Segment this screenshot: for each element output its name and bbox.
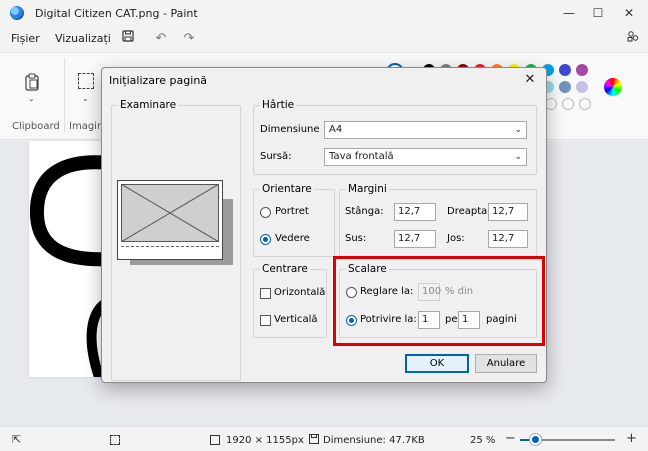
orientation-group: Orientare Portret Vedere xyxy=(253,183,335,257)
maximize-button[interactable]: ☐ xyxy=(583,3,613,23)
horizontal-label: Orizontală xyxy=(274,287,326,298)
ribbon-group-clipboard: Clipboard xyxy=(12,121,60,132)
undo-icon[interactable]: ↶ xyxy=(152,30,170,48)
portrait-radio[interactable] xyxy=(260,207,271,218)
paper-size-select[interactable]: A4 ⌄ xyxy=(324,121,527,139)
paper-group-label: Hârtie xyxy=(260,99,297,112)
margins-group-label: Margini xyxy=(346,183,389,196)
selection-size-icon xyxy=(110,435,120,445)
preview-group-label: Examinare xyxy=(118,99,179,112)
orientation-group-label: Orientare xyxy=(260,183,314,196)
paste-icon[interactable] xyxy=(24,73,40,94)
margin-left-label: Stânga: xyxy=(345,206,384,217)
save-icon[interactable] xyxy=(119,30,137,48)
margin-right-label: Dreapta: xyxy=(447,206,491,217)
centering-group-label: Centrare xyxy=(260,263,310,276)
dialog-close-icon[interactable]: ✕ xyxy=(520,71,540,89)
vertical-checkbox[interactable] xyxy=(260,315,271,326)
color-swatch[interactable] xyxy=(576,81,588,93)
margin-right-input[interactable]: 12,7 xyxy=(488,203,528,221)
paper-group: Hârtie Dimensiune A4 ⌄ Sursă: Tava front… xyxy=(253,99,537,175)
scaling-highlight-frame xyxy=(333,256,545,346)
chevron-down-icon: ⌄ xyxy=(514,125,522,135)
ribbon-separator xyxy=(64,58,65,132)
paper-source-select[interactable]: Tava frontală ⌄ xyxy=(324,148,527,166)
margin-top-input[interactable]: 12,7 xyxy=(394,230,436,248)
vertical-label: Verticală xyxy=(274,314,318,325)
cursor-position-icon: ⇱ xyxy=(12,433,22,446)
margins-group: Margini Stânga: 12,7 Dreapta: 12,7 Sus: … xyxy=(339,183,537,257)
select-chevron-icon[interactable]: ⌄ xyxy=(82,94,89,103)
redo-icon[interactable]: ↷ xyxy=(180,30,198,48)
window-title: Digital Citizen CAT.png - Paint xyxy=(35,7,198,20)
empty-swatch[interactable] xyxy=(562,98,574,110)
status-bar: ⇱ 1920 × 1155px Dimensiune: 47.7KB 25 % … xyxy=(0,426,648,451)
menu-bar: Fișier Vizualizați ↶ ↷ xyxy=(0,26,648,52)
ok-button[interactable]: OK xyxy=(405,354,469,373)
dialog-title: Inițializare pagină xyxy=(109,74,208,87)
paper-source-value: Tava frontală xyxy=(329,151,394,162)
title-bar: Digital Citizen CAT.png - Paint — ☐ ✕ xyxy=(0,0,648,26)
chevron-down-icon: ⌄ xyxy=(514,152,522,162)
disk-icon xyxy=(309,434,319,447)
portrait-label: Portret xyxy=(275,206,309,217)
close-window-button[interactable]: ✕ xyxy=(614,3,644,23)
color-swatch[interactable] xyxy=(559,81,571,93)
zoom-level: 25 % xyxy=(470,435,496,446)
margin-bottom-label: Jos: xyxy=(447,233,465,244)
centering-group: Centrare Orizontală Verticală xyxy=(253,263,327,338)
empty-swatch[interactable] xyxy=(579,98,591,110)
color-swatch[interactable] xyxy=(576,64,588,76)
paper-size-label: Dimensiune xyxy=(260,124,320,135)
menu-view[interactable]: Vizualizați xyxy=(55,32,111,45)
paper-source-label: Sursă: xyxy=(260,151,292,162)
canvas-size-icon xyxy=(210,435,220,445)
share-icon[interactable] xyxy=(624,30,642,48)
zoom-out-icon[interactable]: − xyxy=(505,431,516,446)
drawing-canvas[interactable] xyxy=(29,141,109,377)
select-icon[interactable] xyxy=(78,73,94,89)
file-size: Dimensiune: 47.7KB xyxy=(323,435,425,446)
zoom-slider-thumb[interactable] xyxy=(529,434,541,445)
margin-left-input[interactable]: 12,7 xyxy=(394,203,436,221)
landscape-label: Vedere xyxy=(275,233,310,244)
page-preview xyxy=(117,180,223,260)
canvas-size: 1920 × 1155px xyxy=(226,435,304,446)
preview-group: Examinare xyxy=(111,99,241,381)
zoom-in-icon[interactable]: + xyxy=(626,431,637,446)
minimize-button[interactable]: — xyxy=(554,3,584,23)
margin-bottom-input[interactable]: 12,7 xyxy=(488,230,528,248)
paint-app-icon xyxy=(10,6,24,20)
color-swatch[interactable] xyxy=(559,64,571,76)
edit-colors-icon[interactable] xyxy=(604,78,622,96)
margin-top-label: Sus: xyxy=(345,233,367,244)
cancel-button[interactable]: Anulare xyxy=(475,354,537,373)
horizontal-checkbox[interactable] xyxy=(260,288,271,299)
landscape-radio[interactable] xyxy=(260,234,271,245)
paste-chevron-icon[interactable]: ⌄ xyxy=(28,94,35,103)
paper-size-value: A4 xyxy=(329,124,343,135)
menu-file[interactable]: Fișier xyxy=(11,32,40,45)
